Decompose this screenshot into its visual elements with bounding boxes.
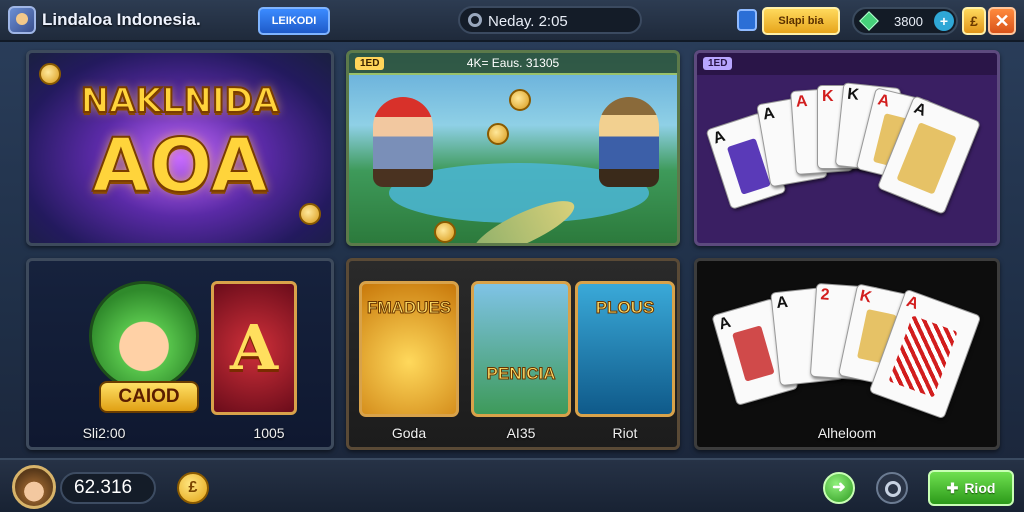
tile-header: 4K= Eaus. 31305 [349, 53, 677, 75]
tile-header-text: 4K= Eaus. 31305 [466, 56, 560, 70]
gem-value: 3800 [894, 14, 923, 29]
slot-card[interactable]: PENICIA [471, 281, 571, 417]
tile-right-label: 1005 [253, 425, 285, 441]
app-logo-icon [8, 6, 36, 34]
tile-left-label: Sli2:00 [82, 425, 126, 441]
gem-icon [859, 11, 879, 31]
slot-title: PLOUS [595, 298, 655, 318]
shield-icon[interactable] [737, 9, 757, 31]
bottom-bar: 62.316 £ ➜ ✚ Riod [0, 458, 1024, 512]
game-tile-fishing[interactable]: 4K= Eaus. 31305 1ED [346, 50, 680, 246]
top-bar: Lindaloa Indonesia. LEIKODI Neday. 2:05 … [0, 0, 1024, 42]
plus-icon: ✚ [946, 479, 959, 496]
top-tab-button[interactable]: LEIKODI [258, 7, 330, 35]
coin-icon [509, 89, 531, 111]
gold-offer-button[interactable]: Slapi bia [762, 7, 840, 35]
fisherman-right [599, 97, 659, 187]
tile-label: Alheloom [817, 425, 877, 441]
play-button-label: Riod [964, 480, 996, 496]
tile-title-big: AOA [91, 122, 268, 210]
game-tile-caiod[interactable]: CAIOD A Sli2:00 1005 [26, 258, 334, 450]
game-tile-slots[interactable]: FMADUES PENICIA PLOUS Goda AI35 Riot [346, 258, 680, 450]
slot-card[interactable]: PLOUS [575, 281, 675, 417]
app-title: Lindaloa Indonesia. [42, 10, 201, 29]
hero-character-icon [89, 281, 199, 391]
coin-icon[interactable]: £ [177, 472, 209, 504]
gem-balance: 3800 + [852, 7, 958, 35]
play-button[interactable]: ✚ Riod [928, 470, 1014, 506]
coin-button[interactable]: £ [962, 7, 986, 35]
clock-text: Neday. 2:05 [488, 13, 568, 30]
share-button[interactable]: ➜ [823, 472, 855, 504]
fisherman-left [373, 97, 433, 187]
slot-label: AI35 [506, 425, 536, 441]
coin-icon [487, 123, 509, 145]
balance-display: 62.316 [60, 472, 156, 504]
tile-tag: 1ED [355, 57, 385, 70]
settings-icon[interactable] [876, 472, 908, 504]
coin-icon [434, 221, 456, 243]
avatar[interactable] [12, 465, 56, 509]
game-badge: CAIOD [99, 381, 199, 413]
big-letter-card: A [211, 281, 297, 415]
slot-label: Riot [612, 425, 638, 441]
close-button[interactable]: ✕ [988, 7, 1016, 35]
add-gems-button[interactable]: + [934, 11, 954, 31]
slot-title: PENICIA [486, 364, 556, 384]
slot-title: FMADUES [366, 298, 452, 318]
tile-header [697, 53, 997, 75]
gear-icon [468, 13, 482, 27]
tile-tag: 1ED [703, 57, 733, 70]
slot-card[interactable]: FMADUES [359, 281, 459, 417]
game-tile-aoa[interactable]: NAKLNIDA AOA [26, 50, 334, 246]
game-tile-cards-purple[interactable]: 1ED A A A K K A A [694, 50, 1000, 246]
slot-label: Goda [391, 425, 427, 441]
tile-title-top: NAKLNIDA [80, 80, 280, 122]
game-tile-cards-black[interactable]: A A 2 K A Alheloom [694, 258, 1000, 450]
clock-pill: Neday. 2:05 [458, 6, 642, 34]
gold-offer-label: Slapi bia [778, 15, 824, 27]
